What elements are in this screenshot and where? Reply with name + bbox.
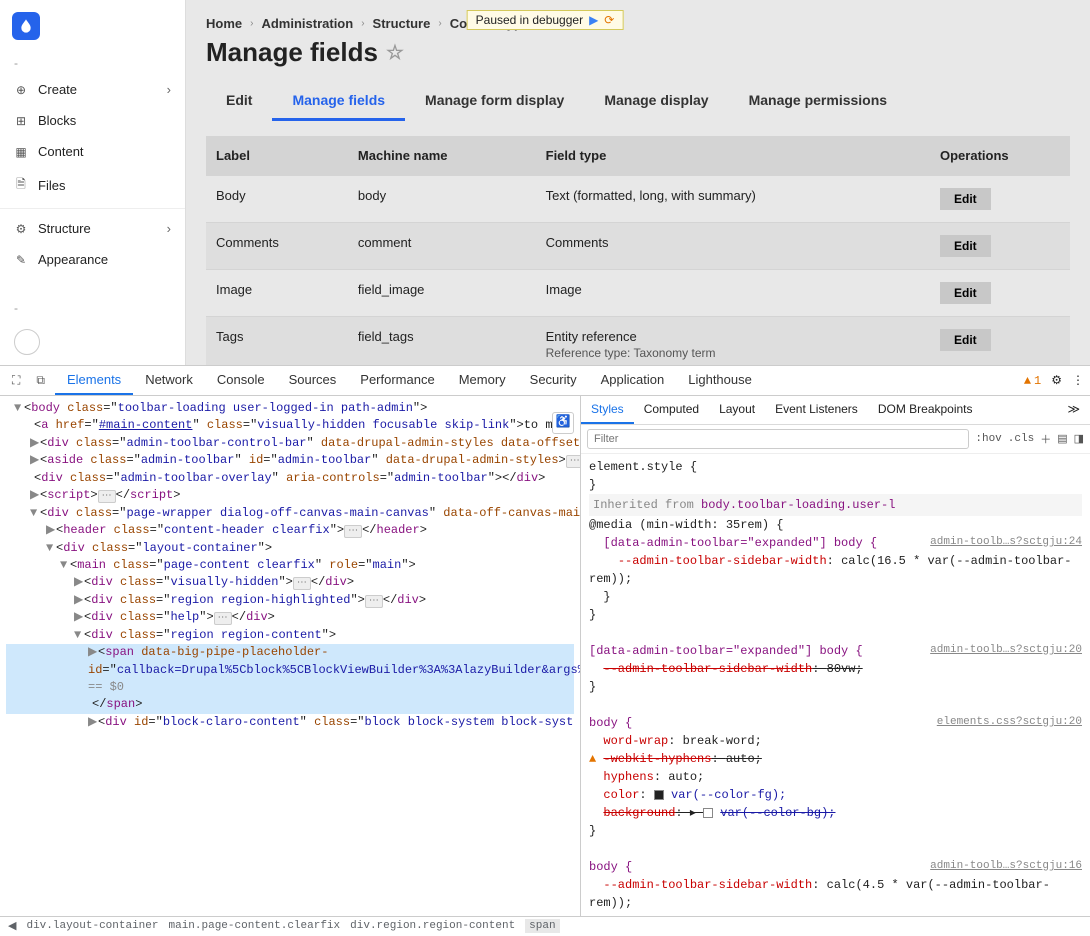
sidebar-separator: - [0,297,185,319]
kebab-icon[interactable]: ⋮ [1072,373,1084,388]
devtools-tab-memory[interactable]: Memory [447,366,518,395]
fields-table: Label Machine name Field type Operations… [206,136,1070,365]
tab-manage-display[interactable]: Manage display [584,82,728,121]
tab-edit[interactable]: Edit [206,82,272,121]
styles-panel: Styles Computed Layout Event Listeners D… [580,396,1090,916]
breadcrumb-item[interactable]: Structure [373,16,431,31]
chevron-right-icon: › [167,221,171,236]
sidebar-item-structure[interactable]: ⚙Structure› [0,213,185,244]
th-machine: Machine name [348,136,536,176]
devtools-tab-console[interactable]: Console [205,366,277,395]
star-icon[interactable]: ☆ [386,40,404,65]
styles-tab-eventlisteners[interactable]: Event Listeners [765,396,868,424]
edit-button[interactable]: Edit [940,282,991,304]
computed-icon[interactable]: ▤ [1057,432,1067,446]
page-title: Manage fields☆ [206,37,1070,68]
warning-badge[interactable]: ▲ 1 [1024,374,1041,388]
devtools-tab-security[interactable]: Security [518,366,589,395]
plus-circle-icon: ⊕ [14,83,28,97]
styles-tab-styles[interactable]: Styles [581,396,634,424]
toggle-pane-icon[interactable]: ◨ [1074,432,1084,446]
tab-manage-fields[interactable]: Manage fields [272,82,405,121]
sidebar-item-blocks[interactable]: ⊞Blocks [0,105,185,136]
main-content: Home› Administration› Structure› Content… [186,0,1090,365]
elements-breadcrumb[interactable]: ◀ div.layout-container main.page-content… [0,916,1090,935]
table-row: Imagefield_imageImage Edit [206,270,1070,317]
debugger-badge: Paused in debugger ▶ ⟳ [467,10,624,30]
debugger-step-icon[interactable]: ⟳ [604,13,614,27]
debugger-resume-icon[interactable]: ▶ [589,13,598,27]
devtools-tab-elements[interactable]: Elements [55,366,133,395]
devtools-tab-lighthouse[interactable]: Lighthouse [676,366,764,395]
chevron-right-icon: › [167,82,171,97]
sidebar-item-files[interactable]: 🗎Files [0,167,185,204]
admin-sidebar: - ⊕Create› ⊞Blocks ▦Content 🗎Files ⚙Stru… [0,0,186,365]
devtools-toolbar: ⛶ ⧉ Elements Network Console Sources Per… [0,366,1090,396]
cls-toggle[interactable]: .cls [1008,433,1034,445]
content-icon: ▦ [14,145,28,159]
table-row: Tagsfield_tags Entity referenceReference… [206,317,1070,366]
files-icon: 🗎 [14,175,28,196]
sidebar-item-content[interactable]: ▦Content [0,136,185,167]
sidebar-item-appearance[interactable]: ✎Appearance [0,244,185,275]
edit-button[interactable]: Edit [940,329,991,351]
sidebar-item-create[interactable]: ⊕Create› [0,74,185,105]
table-row: BodybodyText (formatted, long, with summ… [206,176,1070,223]
blocks-icon: ⊞ [14,114,28,128]
devtools-tab-sources[interactable]: Sources [277,366,349,395]
styles-tab-dombreakpoints[interactable]: DOM Breakpoints [868,396,983,424]
devtools-tab-network[interactable]: Network [133,366,205,395]
styles-tab-layout[interactable]: Layout [709,396,765,424]
styles-rules[interactable]: element.style { } Inherited from body.to… [581,454,1090,916]
elements-tree[interactable]: ♿ ▼<body class="toolbar-loading user-log… [0,396,580,916]
styles-filter-input[interactable] [587,429,969,449]
sidebar-separator: - [0,52,185,74]
breadcrumb-item[interactable]: Administration [261,16,353,31]
structure-icon: ⚙ [14,222,28,236]
th-operations: Operations [930,136,1070,176]
gear-icon[interactable]: ⚙ [1051,373,1062,388]
tab-manage-form-display[interactable]: Manage form display [405,82,584,121]
accessibility-icon[interactable]: ♿ [552,412,574,434]
inspect-icon[interactable]: ⛶ [6,370,26,392]
local-tabs: Edit Manage fields Manage form display M… [206,82,1070,122]
tab-manage-permissions[interactable]: Manage permissions [729,82,908,121]
device-icon[interactable]: ⧉ [30,370,51,392]
appearance-icon: ✎ [14,253,28,267]
breadcrumb-item[interactable]: Home [206,16,242,31]
new-rule-icon[interactable]: ＋ [1040,431,1051,447]
breadcrumb: Home› Administration› Structure› Content… [206,16,1070,31]
devtools-tab-application[interactable]: Application [589,366,677,395]
devtools-panel: ⛶ ⧉ Elements Network Console Sources Per… [0,365,1090,935]
user-avatar[interactable] [14,329,40,355]
crumb-prev-icon[interactable]: ◀ [8,919,16,933]
hov-toggle[interactable]: :hov [975,433,1001,445]
table-row: CommentscommentComments Edit [206,223,1070,270]
drupal-logo-icon[interactable] [12,12,40,40]
edit-button[interactable]: Edit [940,188,991,210]
styles-tab-more-icon[interactable]: ≫ [1057,396,1090,424]
th-label: Label [206,136,348,176]
edit-button[interactable]: Edit [940,235,991,257]
th-fieldtype: Field type [536,136,930,176]
devtools-tab-performance[interactable]: Performance [348,366,446,395]
styles-tab-computed[interactable]: Computed [634,396,709,424]
